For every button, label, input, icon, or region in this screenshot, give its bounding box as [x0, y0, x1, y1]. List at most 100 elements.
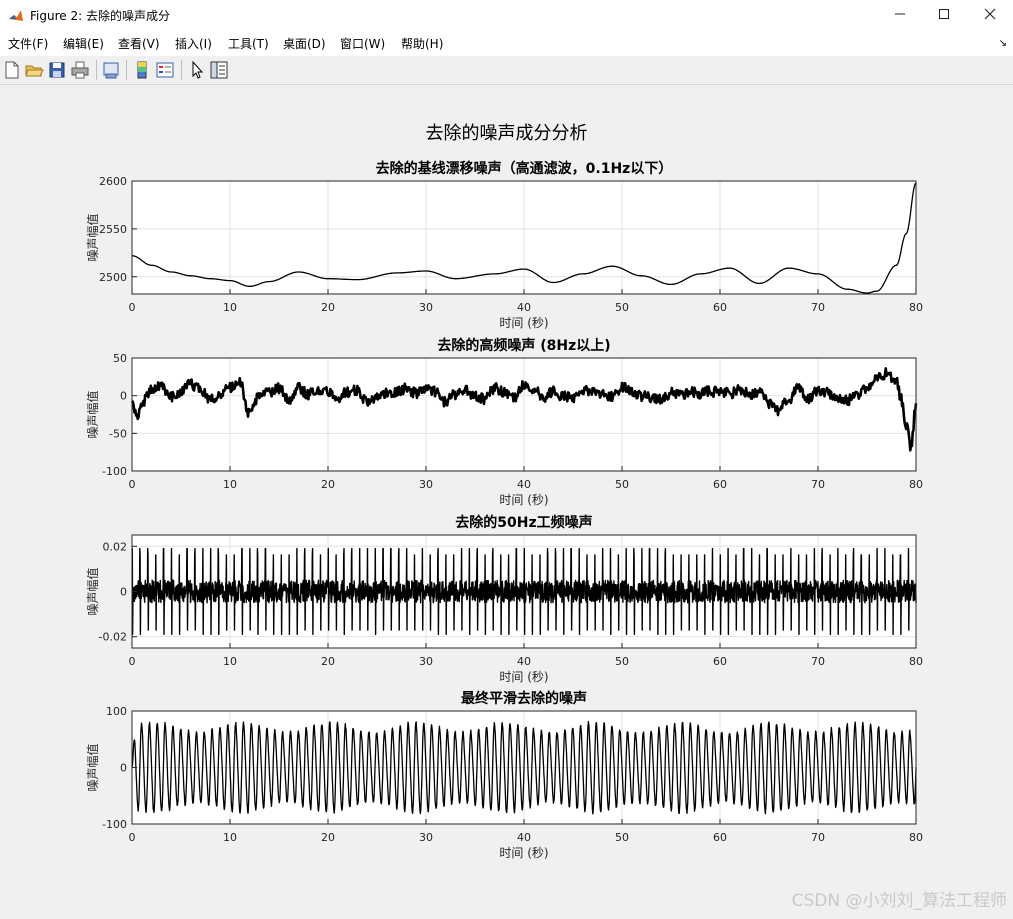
- x-tick-label: 10: [223, 478, 237, 491]
- x-tick-label: 80: [909, 478, 923, 491]
- menu-desktop[interactable]: 桌面(D): [283, 36, 326, 52]
- subplot-4: 0 10 20 30 40 50 60 70 80-1000100最终平滑去除的噪声时间 (秒)…: [85, 690, 923, 860]
- y-tick-label: 2500: [99, 271, 127, 284]
- subplot-title: 去除的高频噪声 (8Hz以上): [437, 337, 610, 354]
- window-title: Figure 2: 去除的噪声成分: [30, 9, 170, 23]
- menu-expand-icon[interactable]: ↘: [999, 38, 1007, 49]
- y-tick-label: -0.02: [99, 631, 127, 644]
- open-file-icon[interactable]: [24, 60, 44, 80]
- x-tick-label: 20: [321, 301, 335, 314]
- x-tick-label: 80: [909, 655, 923, 668]
- x-tick-label: 0: [129, 655, 136, 668]
- x-tick-label: 60: [713, 478, 727, 491]
- watermark-text: CSDN @小刘刘_算法工程师: [791, 891, 1007, 911]
- x-tick-label: 30: [419, 301, 433, 314]
- x-tick-label: 10: [223, 301, 237, 314]
- subplot-3: 0 10 20 30 40 50 60 70 80-0.0200.02去除的50Hz工频噪声时间…: [85, 514, 923, 684]
- y-tick-label: 0: [120, 586, 127, 599]
- save-icon[interactable]: [47, 60, 67, 80]
- menu-help[interactable]: 帮助(H): [401, 36, 443, 52]
- x-tick-label: 30: [419, 478, 433, 491]
- y-tick-label: 100: [106, 705, 127, 718]
- menu-file[interactable]: 文件(F): [8, 36, 48, 52]
- minimize-icon: [895, 13, 905, 15]
- close-button[interactable]: [967, 0, 1013, 32]
- x-tick-label: 20: [321, 655, 335, 668]
- x-tick-label: 30: [419, 831, 433, 844]
- x-tick-label: 60: [713, 831, 727, 844]
- x-tick-label: 50: [615, 655, 629, 668]
- close-icon: [984, 8, 996, 20]
- menu-tools[interactable]: 工具(T): [228, 36, 269, 52]
- legend-icon[interactable]: [155, 60, 175, 80]
- x-tick-label: 30: [419, 655, 433, 668]
- minimize-button[interactable]: [877, 0, 923, 32]
- toolbar: [0, 56, 1013, 85]
- y-axis-label: 噪声幅值: [85, 567, 100, 615]
- menu-edit[interactable]: 编辑(E): [63, 36, 104, 52]
- y-axis-label: 噪声幅值: [85, 213, 100, 261]
- x-tick-label: 10: [223, 831, 237, 844]
- x-axis-label: 时间 (秒): [499, 846, 548, 860]
- colorbar-icon[interactable]: [132, 60, 152, 80]
- y-axis-label: 噪声幅值: [85, 743, 100, 791]
- x-tick-label: 0: [129, 301, 136, 314]
- x-tick-label: 60: [713, 301, 727, 314]
- y-tick-label: 0.02: [103, 540, 128, 553]
- series-line: [131, 547, 917, 636]
- x-tick-label: 40: [517, 831, 531, 844]
- subplot-title: 最终平滑去除的噪声: [461, 690, 587, 707]
- subplot-title: 去除的50Hz工频噪声: [455, 514, 592, 531]
- y-tick-label: -100: [102, 818, 127, 831]
- x-tick-label: 80: [909, 831, 923, 844]
- y-tick-label: 2600: [99, 175, 127, 188]
- new-figure-icon[interactable]: [2, 60, 22, 80]
- y-tick-label: -50: [109, 427, 127, 440]
- subplot-area: 0 10 20 30 40 50 60 70 80 2500 2550 2600 去除的基线漂移噪声（高…: [85, 160, 923, 860]
- y-tick-label: 0: [120, 390, 127, 403]
- subplot-1: 0 10 20 30 40 50 60 70 80 2500 2550 2600 去除的基线漂移噪声（高…: [85, 160, 923, 330]
- x-tick-label: 70: [811, 655, 825, 668]
- y-tick-label: -100: [102, 465, 127, 478]
- matlab-logo-icon: [8, 8, 24, 24]
- maximize-icon: [939, 9, 949, 19]
- x-tick-label: 50: [615, 301, 629, 314]
- subplot-2: 0 10 20 30 40 50 60 70 80 -100 -50 0 50 去除的高频噪声 (8Hz以…: [85, 337, 923, 507]
- x-tick-label: 80: [909, 301, 923, 314]
- x-axis-label: 时间 (秒): [499, 670, 548, 684]
- menu-insert[interactable]: 插入(I): [175, 36, 212, 52]
- y-axis-label: 噪声幅值: [85, 390, 100, 438]
- x-tick-label: 10: [223, 655, 237, 668]
- toolbar-separator: [126, 60, 127, 80]
- x-tick-label: 20: [321, 831, 335, 844]
- y-tick-label: 50: [113, 352, 127, 365]
- maximize-button[interactable]: [921, 0, 967, 32]
- x-tick-label: 70: [811, 478, 825, 491]
- figure-canvas[interactable]: 去除的噪声成分分析 0 10 20 30 40 50 60 70 80 2500 2550 2600 去…: [0, 85, 1013, 919]
- x-tick-label: 40: [517, 478, 531, 491]
- print-icon[interactable]: [70, 60, 90, 80]
- x-tick-label: 0: [129, 478, 136, 491]
- print-preview-icon[interactable]: [101, 60, 121, 80]
- pointer-icon[interactable]: [187, 60, 207, 80]
- menu-view[interactable]: 查看(V): [118, 36, 160, 52]
- property-inspector-icon[interactable]: [209, 60, 229, 80]
- x-tick-label: 40: [517, 655, 531, 668]
- x-tick-label: 20: [321, 478, 335, 491]
- x-axis-label: 时间 (秒): [499, 493, 548, 507]
- x-tick-label: 40: [517, 301, 531, 314]
- y-tick-label: 2550: [99, 223, 127, 236]
- x-tick-label: 70: [811, 301, 825, 314]
- menu-window[interactable]: 窗口(W): [340, 36, 385, 52]
- toolbar-separator: [181, 60, 182, 80]
- toolbar-separator: [96, 60, 97, 80]
- y-tick-label: 0: [120, 762, 127, 775]
- title-bar: Figure 2: 去除的噪声成分: [0, 0, 1013, 32]
- x-axis-label: 时间 (秒): [499, 316, 548, 330]
- x-tick-label: 70: [811, 831, 825, 844]
- x-tick-label: 0: [129, 831, 136, 844]
- menu-bar: 文件(F) 编辑(E) 查看(V) 插入(I) 工具(T) 桌面(D) 窗口(W…: [0, 32, 1013, 56]
- x-tick-label: 50: [615, 831, 629, 844]
- x-tick-label: 60: [713, 655, 727, 668]
- subplot-title: 去除的基线漂移噪声（高通滤波，0.1Hz以下）: [376, 160, 673, 177]
